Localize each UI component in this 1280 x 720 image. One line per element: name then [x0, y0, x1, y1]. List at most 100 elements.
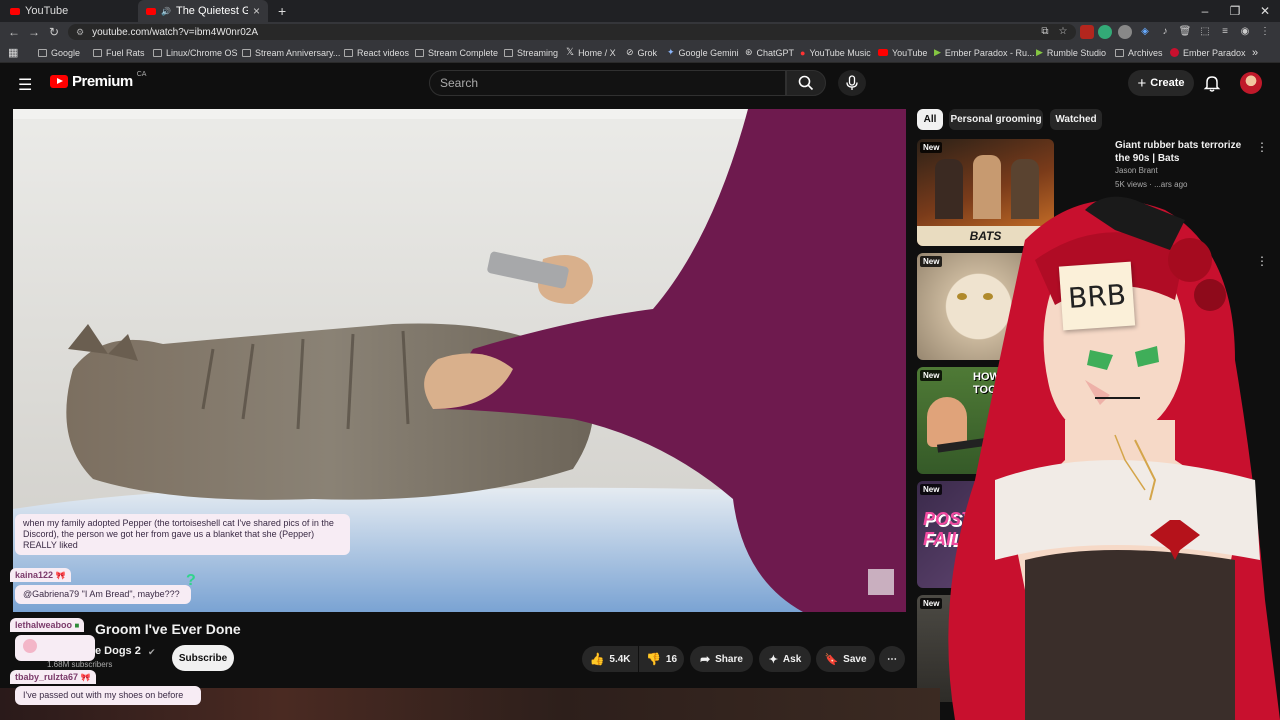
- subscribe-button[interactable]: Subscribe: [172, 645, 234, 671]
- extension-badge-icon[interactable]: [1080, 25, 1094, 39]
- extension-icon[interactable]: [1098, 25, 1112, 39]
- channel-name[interactable]: e Dogs 2: [95, 645, 141, 657]
- bookmark-label: Home / X: [578, 47, 616, 58]
- close-tab-icon[interactable]: ×: [253, 4, 260, 18]
- ask-label: Ask: [782, 653, 802, 665]
- restore-icon[interactable]: ❐: [1220, 0, 1250, 22]
- reading-list-icon[interactable]: ≡: [1218, 25, 1232, 39]
- search-placeholder: Search: [440, 76, 479, 90]
- bookmark-item[interactable]: Ember Paradox: [1170, 42, 1246, 63]
- bookmark-label: Linux/Chrome OS: [166, 47, 238, 58]
- youtube-favicon-icon: [10, 7, 20, 15]
- like-count: 5.4K: [609, 653, 631, 665]
- bookmark-item[interactable]: ⊘ Grok: [626, 42, 657, 63]
- search-button[interactable]: [786, 70, 826, 96]
- create-label: Create: [1150, 77, 1185, 89]
- site-info-icon[interactable]: ⚙: [76, 27, 84, 38]
- bookmark-item[interactable]: 𝕏 Home / X: [566, 42, 616, 63]
- extension-icon[interactable]: [1118, 25, 1132, 39]
- more-actions-button[interactable]: ⋯: [879, 646, 905, 672]
- save-label: Save: [843, 653, 867, 665]
- bookmark-item[interactable]: ✦ Google Gemini: [667, 42, 739, 63]
- bookmark-item[interactable]: ▶ Rumble Studio: [1036, 42, 1106, 63]
- video-title: Groom I've Ever Done: [95, 621, 241, 637]
- chat-username: kaina122 🎀: [10, 568, 71, 582]
- save-button[interactable]: 🔖 Save: [816, 646, 875, 672]
- username-text: lethalweaboo: [15, 620, 73, 630]
- install-app-icon[interactable]: ⧉: [1038, 25, 1052, 39]
- more-horizontal-icon: ⋯: [887, 653, 897, 665]
- more-options-icon[interactable]: ⋮: [1256, 140, 1268, 154]
- dislike-button[interactable]: 👎 16: [639, 646, 684, 672]
- dislike-count: 16: [665, 653, 678, 665]
- volume-icon[interactable]: ♪: [1158, 25, 1172, 39]
- bookmark-item[interactable]: Google: [38, 42, 80, 63]
- share-button[interactable]: ➦ Share: [690, 646, 753, 672]
- bookmark-label: ChatGPT: [756, 47, 795, 58]
- chat-message: [15, 635, 95, 661]
- bookmark-label: Google: [51, 47, 81, 58]
- bookmark-label: YouTube Music: [809, 47, 871, 58]
- bookmark-item[interactable]: Fuel Rats: [93, 42, 145, 63]
- chip-watched[interactable]: Watched: [1050, 109, 1102, 130]
- ask-button[interactable]: ✦ Ask: [759, 646, 811, 672]
- bookmark-item[interactable]: Linux/Chrome OS: [153, 42, 238, 63]
- url-text: youtube.com/watch?v=ibm4W0nr02A: [92, 26, 258, 38]
- tab-youtube[interactable]: YouTube: [2, 0, 137, 22]
- chat-message-text: I've passed out with my shoes on before: [23, 690, 184, 700]
- tab-current-video[interactable]: 🔊 The Quietest Groom I'v ×: [138, 0, 268, 22]
- extensions-puzzle-icon[interactable]: ⬚: [1198, 25, 1212, 39]
- address-bar[interactable]: ⚙ youtube.com/watch?v=ibm4W0nr02A: [68, 24, 1076, 40]
- logo-region: CA: [136, 71, 147, 78]
- menu-kebab-icon[interactable]: ⋮: [1258, 25, 1272, 39]
- notifications-button[interactable]: [1202, 73, 1222, 93]
- more-bookmarks-icon[interactable]: »: [1252, 42, 1258, 63]
- account-avatar[interactable]: [1240, 72, 1262, 94]
- new-tab-button[interactable]: +: [270, 0, 294, 22]
- bookmark-label: Stream Complete: [428, 47, 499, 58]
- new-badge: New: [920, 142, 943, 153]
- back-icon[interactable]: ←: [4, 25, 24, 39]
- chip-personal-grooming[interactable]: Personal grooming: [949, 109, 1043, 130]
- x-icon: 𝕏: [566, 47, 575, 58]
- youtube-music-icon: ●: [800, 47, 806, 58]
- chat-badge-icon: ■: [74, 621, 80, 630]
- create-button[interactable]: + Create: [1128, 70, 1194, 96]
- bookmark-item[interactable]: React videos: [344, 42, 409, 63]
- recommendation-channel[interactable]: Jason Brant: [1115, 166, 1158, 175]
- reload-icon[interactable]: ↻: [44, 25, 64, 39]
- bookmark-star-icon[interactable]: ☆: [1056, 25, 1070, 39]
- bookmark-item[interactable]: Streaming: [504, 42, 558, 63]
- like-button[interactable]: 👍 5.4K: [582, 646, 638, 672]
- chip-all[interactable]: All: [917, 109, 943, 130]
- trash-icon[interactable]: 🗑: [1178, 25, 1192, 39]
- bookmark-item[interactable]: Stream Complete: [415, 42, 498, 63]
- bookmark-item[interactable]: YouTube: [878, 42, 927, 63]
- bookmark-item[interactable]: ▶ Ember Paradox - Ru...: [934, 42, 1034, 63]
- bookmark-item[interactable]: Stream Anniversary...: [242, 42, 340, 63]
- bookmark-label: Archives: [1128, 47, 1163, 58]
- bookmark-label: Rumble Studio: [1046, 47, 1106, 58]
- close-window-icon[interactable]: ✕: [1250, 0, 1280, 22]
- profile-icon[interactable]: ◉: [1238, 25, 1252, 39]
- sparkle-icon: ✦: [768, 653, 778, 666]
- minimize-icon[interactable]: –: [1190, 0, 1220, 22]
- apps-grid-icon[interactable]: ▦: [8, 42, 18, 63]
- channel-watermark: [868, 569, 894, 595]
- tab-label: YouTube: [25, 5, 69, 17]
- bookmark-item[interactable]: ● YouTube Music: [800, 42, 871, 63]
- extension-icon[interactable]: ◈: [1138, 25, 1152, 39]
- search-input[interactable]: Search: [429, 70, 786, 96]
- brb-sticky-note: BRB: [1058, 261, 1136, 331]
- bookmark-item[interactable]: Archives: [1115, 42, 1163, 63]
- recommendation-title[interactable]: Giant rubber bats terrorize the 90s | Ba…: [1115, 139, 1250, 165]
- bookmark-item[interactable]: ⊛ ChatGPT: [745, 42, 794, 63]
- youtube-icon: [878, 49, 888, 56]
- voice-search-button[interactable]: [838, 70, 866, 96]
- youtube-play-icon: [50, 75, 68, 88]
- hamburger-menu-icon[interactable]: ☰: [18, 75, 32, 95]
- tab-label: The Quietest Groom I'v: [175, 5, 248, 17]
- forward-icon[interactable]: →: [24, 25, 44, 39]
- chat-message-text: when my family adopted Pepper (the torto…: [23, 518, 334, 550]
- youtube-premium-logo[interactable]: Premium CA: [50, 71, 147, 90]
